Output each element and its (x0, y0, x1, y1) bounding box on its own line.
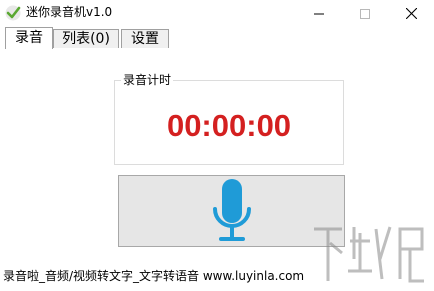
record-timer-label: 录音计时 (121, 72, 174, 88)
tab-record[interactable]: 录音 (5, 27, 53, 49)
tab-settings[interactable]: 设置 (121, 29, 169, 48)
maximize-button[interactable] (342, 0, 388, 27)
close-icon (405, 8, 417, 19)
status-bar-text: 录音啦_音频/视频转文字_文字转语音 www.luyinla.com (3, 269, 305, 283)
minimize-icon (314, 13, 324, 14)
minimize-button[interactable] (296, 0, 342, 27)
window-title: 迷你录音机v1.0 (26, 5, 113, 19)
title-bar: 迷你录音机v1.0 (0, 0, 434, 27)
close-button[interactable] (388, 0, 434, 27)
maximize-icon (360, 8, 370, 19)
tab-strip: 录音 列表(0) 设置 (0, 27, 434, 49)
app-check-icon (5, 5, 21, 21)
record-timer-group: 录音计时 00:00:00 (114, 72, 344, 165)
timer-display: 00:00:00 (166, 108, 292, 143)
tab-list[interactable]: 列表(0) (53, 29, 119, 48)
microphone-icon (213, 179, 251, 241)
watermark-logo (314, 226, 424, 283)
